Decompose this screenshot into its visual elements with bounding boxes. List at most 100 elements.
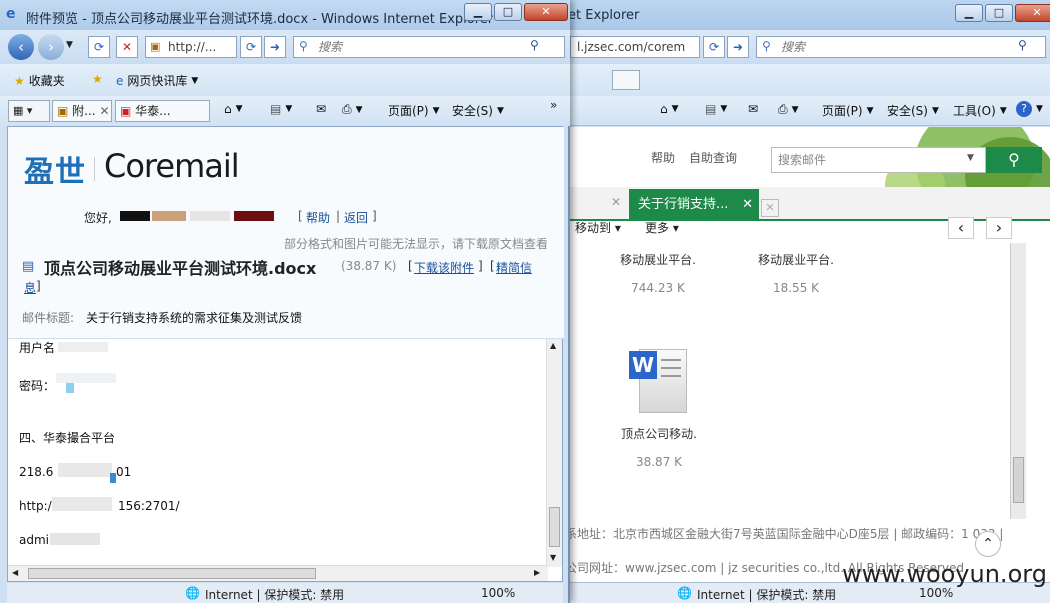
chevron-down-icon[interactable]: ▼	[967, 153, 974, 163]
quick-tabs-icon[interactable]: ▦ ▾	[8, 100, 50, 122]
feeds-icon[interactable]: ▤ ▼	[705, 102, 727, 116]
home-icon[interactable]: ⌂ ▼	[660, 102, 679, 116]
search-go-icon[interactable]: ⚲	[530, 38, 539, 52]
help-link[interactable]: 帮助	[306, 209, 330, 226]
print-icon[interactable]: ⎙ ▼	[342, 102, 363, 117]
scroll-left-icon[interactable]: ◀	[12, 568, 18, 577]
web-slice-gallery[interactable]: e 网页快讯库 ▼	[116, 72, 198, 89]
page-menu[interactable]: 页面(P) ▼	[822, 102, 874, 119]
redacted-name	[120, 211, 150, 221]
redacted-name	[152, 211, 186, 221]
close-button[interactable]: ✕	[1015, 4, 1050, 22]
minimize-button[interactable]: ▁	[464, 3, 492, 21]
minimize-button[interactable]: ▁	[955, 4, 983, 22]
next-icon[interactable]: ›	[986, 217, 1012, 239]
scroll-thumb[interactable]	[549, 507, 560, 547]
close-tab-icon[interactable]: ✕	[611, 195, 621, 209]
go-arrow-icon[interactable]: ➜	[727, 36, 749, 58]
search-icon: ⚲	[762, 39, 771, 53]
scroll-thumb[interactable]	[28, 568, 316, 579]
tools-menu[interactable]: 工具(O) ▼	[953, 102, 1007, 119]
add-favorite-icon[interactable]: ★	[92, 72, 103, 86]
site-search-button[interactable]: ⚲	[986, 147, 1042, 173]
self-service-link[interactable]: 自助查询	[689, 149, 737, 166]
search-go-icon[interactable]: ⚲	[1018, 38, 1027, 52]
compat-view-icon[interactable]: ⟳	[240, 36, 262, 58]
close-button[interactable]: ✕	[524, 3, 568, 21]
attachment-item[interactable]: 移动展业平台. 18.55 K	[751, 251, 841, 295]
maximize-button[interactable]: □	[985, 4, 1013, 22]
back-window-title: et Explorer	[568, 8, 640, 23]
more-button[interactable]: 更多 ▾	[645, 219, 679, 236]
username-label: 用户名	[19, 341, 56, 355]
print-icon[interactable]: ⎙ ▼	[778, 102, 799, 117]
scroll-up-icon[interactable]: ▲	[550, 341, 556, 350]
back-search-input[interactable]: 搜索	[756, 36, 1046, 58]
scroll-down-icon[interactable]: ▼	[550, 553, 556, 562]
admin-text: admir	[19, 533, 54, 547]
site-search-input[interactable]: 搜索邮件	[771, 147, 986, 173]
mail-icon[interactable]: ✉	[316, 102, 326, 116]
star-icon: ★	[14, 73, 25, 88]
mail-icon[interactable]: ✉	[748, 102, 758, 116]
history-dropdown-icon[interactable]: ▼	[66, 40, 73, 50]
preview-horizontal-scrollbar[interactable]: ◀ ▶	[8, 565, 548, 581]
home-icon[interactable]: ⌂ ▼	[224, 102, 243, 116]
tools-menu-label: 工具(O)	[953, 104, 996, 118]
feeds-icon[interactable]: ▤ ▼	[270, 102, 292, 116]
maximize-button[interactable]: □	[494, 3, 522, 21]
safety-menu[interactable]: 安全(S) ▼	[452, 102, 504, 119]
go-arrow-icon[interactable]: ➜	[264, 36, 286, 58]
vertical-scrollbar[interactable]	[1010, 243, 1026, 519]
back-link[interactable]: 返回	[344, 209, 368, 226]
tab-subject[interactable]: 关于行销支持... ✕	[629, 189, 759, 221]
simplified-info-link[interactable]: 精简信	[496, 259, 532, 276]
chevron-more-icon[interactable]: »	[550, 98, 557, 112]
download-link[interactable]: 下载该附件	[414, 259, 474, 276]
prev-icon[interactable]: ‹	[948, 217, 974, 239]
tab-attachment[interactable]: ▣ 附... ✕	[52, 100, 112, 122]
close-all-tabs-icon[interactable]: ✕	[761, 199, 779, 217]
subject-text: 关于行销支持系统的需求征集及测试反馈	[86, 311, 303, 325]
coremail-logo-en: Coremail	[104, 147, 240, 185]
scroll-right-icon[interactable]: ▶	[534, 568, 540, 577]
new-tab-button[interactable]	[612, 70, 640, 90]
ip-address-end: 01	[116, 465, 132, 479]
help-link[interactable]: 帮助	[651, 149, 675, 166]
url-end: 156:2701/	[118, 499, 180, 513]
safety-menu[interactable]: 安全(S) ▼	[887, 102, 939, 119]
attachment-item[interactable]: W 顶点公司移动. 38.87 K	[611, 345, 707, 469]
stop-icon[interactable]: ✕	[116, 36, 138, 58]
page-menu-label: 页面(P)	[388, 104, 429, 118]
doc-size: (38.87 K)	[341, 259, 397, 273]
page-menu-label: 页面(P)	[822, 104, 863, 118]
redacted-url	[52, 497, 112, 511]
favorites-button[interactable]: ★ 收藏夹	[14, 72, 65, 89]
help-icon[interactable]: ? ▼	[1016, 101, 1043, 117]
page-menu[interactable]: 页面(P) ▼	[388, 102, 440, 119]
logo-divider	[94, 157, 95, 181]
ie-logo-icon: e	[6, 6, 16, 22]
status-zoom[interactable]: 100%	[481, 586, 515, 600]
tab-huatai[interactable]: ▣ 华泰...	[115, 100, 210, 122]
simplified-info-link-cont[interactable]: 息	[24, 279, 36, 296]
front-tab-bar: ▦ ▾ ▣ 附... ✕ ▣ 华泰... ⌂ ▼ ▤ ▼ ✉ ⎙ ▼ 页面(P) ▼ 安…	[0, 96, 570, 126]
back-icon[interactable]: ‹	[8, 34, 34, 60]
status-zoom[interactable]: 100%	[919, 586, 953, 600]
attachment-item[interactable]: 移动展业平台. 744.23 K	[613, 251, 703, 295]
compat-view-icon[interactable]: ⟳	[703, 36, 725, 58]
move-to-button[interactable]: 移动到 ▾	[575, 219, 621, 236]
redacted-name	[234, 211, 274, 221]
front-search-input[interactable]: 搜索	[293, 36, 565, 58]
scroll-thumb[interactable]	[1013, 457, 1024, 503]
status-zone: Internet | 保护模式: 禁用	[205, 588, 345, 602]
tab-subject-label: 关于行销支持...	[638, 197, 729, 212]
huatai-icon: ▣	[120, 104, 132, 118]
back-address-field[interactable]: l.jzsec.com/corem	[570, 36, 700, 58]
close-tab-icon[interactable]: ✕	[742, 189, 753, 221]
preview-vertical-scrollbar[interactable]: ▲ ▼	[546, 339, 562, 567]
back-to-top-icon[interactable]: ⌃	[975, 531, 1001, 557]
forward-icon[interactable]: ›	[38, 34, 64, 60]
refresh-icon[interactable]: ⟳	[88, 36, 110, 58]
ip-address-start: 218.6	[19, 465, 54, 479]
